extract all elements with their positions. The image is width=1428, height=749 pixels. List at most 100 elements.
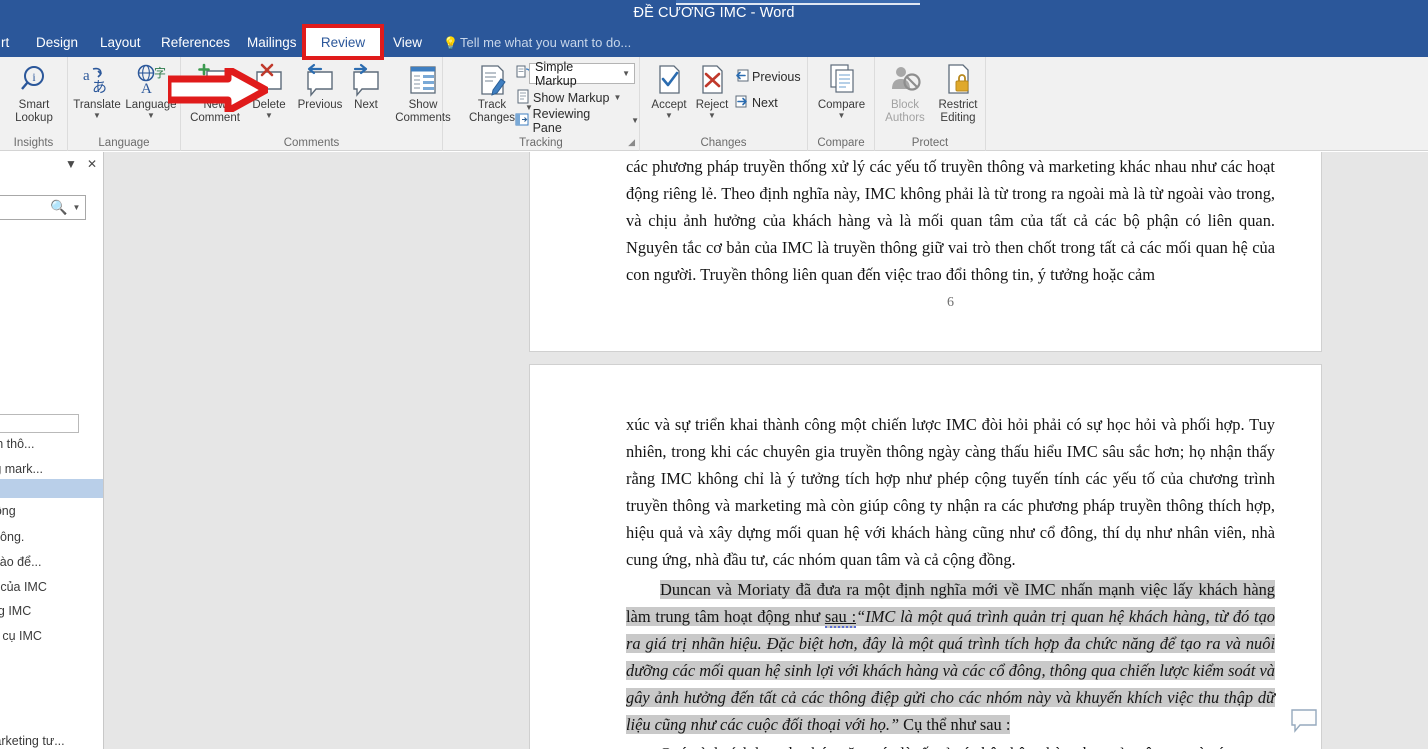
ribbon-group-insights: i Smart Lookup Insights (0, 57, 68, 151)
previous-comment-label: Previous (297, 99, 343, 111)
compare-caret-icon[interactable]: ▼ (810, 112, 873, 120)
reject-button[interactable]: Reject ▼ (690, 63, 734, 120)
navigation-pane: ▼ ✕ 🔍 ▼ sults ể truyền thô... thông mark… (0, 152, 104, 749)
group-label-language: Language (98, 137, 150, 149)
page2-paragraph-3: Quá trình tích hợp đa chức năng tức là t… (626, 740, 1275, 749)
delete-comment-icon (243, 63, 295, 99)
document-canvas[interactable]: các phương pháp truyền thống xử lý các y… (104, 152, 1428, 749)
chevron-down-icon[interactable]: ▼ (618, 69, 634, 78)
delete-caret-icon[interactable]: ▼ (243, 112, 295, 120)
document-page-1: các phương pháp truyền thống xử lý các y… (529, 152, 1322, 352)
delete-comment-button[interactable]: Delete ▼ (243, 63, 295, 120)
ribbon-group-protect: Block Authors Restrict Editing Protect (875, 57, 986, 151)
nav-item2-0[interactable]: Marketing tư... (0, 732, 103, 749)
nav-item-3[interactable]: n thông (0, 502, 103, 521)
show-markup-row[interactable]: Show Markup ▼ (513, 87, 621, 108)
next-change-row[interactable]: Next (732, 92, 778, 113)
previous-change-icon (732, 68, 752, 86)
next-comment-button[interactable]: Next (344, 63, 388, 112)
svg-text:A: A (141, 81, 152, 97)
restrict-editing-button[interactable]: Restrict Editing (932, 63, 984, 125)
group-label-comments: Comments (283, 137, 340, 149)
window-title: ĐỀ CƯƠNG IMC - Word (633, 5, 795, 21)
block-authors-button[interactable]: Block Authors (877, 63, 933, 125)
page2-paragraph-1: xúc và sự triển khai thành công một chiế… (626, 415, 1275, 570)
svg-text:あ: あ (92, 78, 107, 96)
vertical-scroll-gutter[interactable] (1414, 152, 1428, 749)
search-options-chevron-down-icon[interactable]: ▼ (72, 203, 80, 212)
smart-lookup-button[interactable]: i Smart Lookup (2, 63, 66, 125)
compare-docs-icon (810, 63, 873, 99)
tab-layout[interactable]: Layout (91, 28, 150, 57)
translate-button[interactable]: a あ Translate ▼ (70, 63, 124, 120)
nav-item-7[interactable]: ong IMC (0, 602, 103, 621)
ribbon-tab-strip: rt Design Layout References Mailings Rev… (0, 28, 1428, 57)
tab-review[interactable]: Review (306, 28, 380, 57)
nav-item-5[interactable]: thế nào để... (0, 553, 103, 572)
comment-balloon-icon[interactable] (1290, 708, 1318, 733)
group-label-compare: Compare (817, 137, 865, 149)
smart-lookup-label-1: Smart (18, 99, 50, 111)
accept-check-icon (646, 63, 692, 99)
reject-caret-icon[interactable]: ▼ (690, 112, 734, 120)
tab-mailings[interactable]: Mailings (238, 28, 306, 57)
reviewing-pane-row[interactable]: Reviewing Pane ▼ (513, 107, 639, 135)
tab-references[interactable]: References (152, 28, 239, 57)
block-authors-label-2: Authors (885, 112, 925, 124)
search-input[interactable] (0, 200, 48, 215)
page1-paragraph: các phương pháp truyền thống xử lý các y… (626, 157, 1275, 285)
compare-button[interactable]: Compare ▼ (810, 63, 873, 120)
language-button[interactable]: 字 A Language ▼ (123, 63, 179, 120)
search-icon[interactable]: 🔍 (50, 199, 67, 216)
chevron-down-icon[interactable]: ▼ (65, 158, 77, 170)
show-markup-caret-icon[interactable]: ▼ (613, 93, 621, 102)
next-comment-label: Next (354, 99, 378, 111)
tab-view[interactable]: View (384, 28, 431, 57)
next-change-icon (732, 94, 752, 112)
nav-item-6[interactable]: hãn của IMC (0, 578, 103, 597)
ribbon-review-tab: i Smart Lookup Insights a あ Translate ▼ … (0, 57, 1428, 151)
nav-item-4[interactable]: yền thông. (0, 528, 103, 547)
next-comment-icon (344, 63, 388, 99)
nav-item-0[interactable]: ể truyền thô... (0, 435, 103, 454)
group-label-insights: Insights (13, 137, 54, 149)
show-markup-label: Show Markup (533, 90, 610, 105)
show-markup-icon (513, 89, 533, 107)
magnifier-info-icon: i (2, 63, 66, 99)
translate-caret-icon[interactable]: ▼ (70, 112, 124, 120)
new-comment-label-1: New (203, 99, 227, 111)
nav-item-8[interactable]: ông cụ IMC (0, 627, 103, 646)
close-icon[interactable]: ✕ (87, 158, 97, 170)
reviewing-pane-caret-icon[interactable]: ▼ (631, 116, 639, 125)
language-globe-icon: 字 A (123, 63, 179, 99)
navigation-search-box[interactable]: 🔍 ▼ (0, 195, 86, 220)
translate-icon: a あ (70, 63, 124, 99)
document-page-2: xúc và sự triển khai thành công một chiế… (529, 364, 1322, 749)
navigation-pane-header-buttons: ▼ ✕ (65, 158, 97, 170)
svg-text:a: a (83, 68, 90, 84)
new-comment-button[interactable]: New Comment (184, 63, 246, 125)
previous-comment-button[interactable]: Previous (293, 63, 347, 112)
page2-highlighted-paragraph: Duncan và Moriaty đã đưa ra một định ngh… (626, 576, 1275, 739)
group-label-protect: Protect (911, 137, 949, 149)
reviewing-pane-label: Reviewing Pane (532, 106, 591, 135)
previous-change-row[interactable]: Previous (732, 66, 801, 87)
accept-caret-icon[interactable]: ▼ (646, 112, 692, 120)
language-caret-icon[interactable]: ▼ (123, 112, 179, 120)
page1-number: 6 (947, 295, 954, 311)
nav-item-1[interactable]: thông mark... (0, 460, 103, 479)
spelling-error-text: sau : (824, 606, 857, 628)
display-for-review-value: Simple Markup (535, 59, 577, 88)
tell-me-box[interactable]: 💡 Tell me what you want to do... (443, 28, 631, 57)
highlight-tail-text: Cụ thể như sau : (899, 715, 1011, 735)
display-for-review-combo[interactable]: Simple Markup ▼ (529, 60, 635, 88)
tab-design[interactable]: Design (27, 28, 87, 57)
nav-item-2[interactable] (0, 479, 103, 498)
ribbon-group-comments: New Comment Delete ▼ Previous Next Show … (181, 57, 451, 151)
accept-button[interactable]: Accept ▼ (646, 63, 692, 120)
navigation-result-box[interactable] (0, 414, 79, 433)
tab-insert[interactable]: rt (0, 28, 18, 57)
next-change-label: Next (752, 95, 778, 110)
smart-lookup-label-2: Lookup (15, 112, 53, 124)
restrict-editing-lock-icon (932, 63, 984, 99)
